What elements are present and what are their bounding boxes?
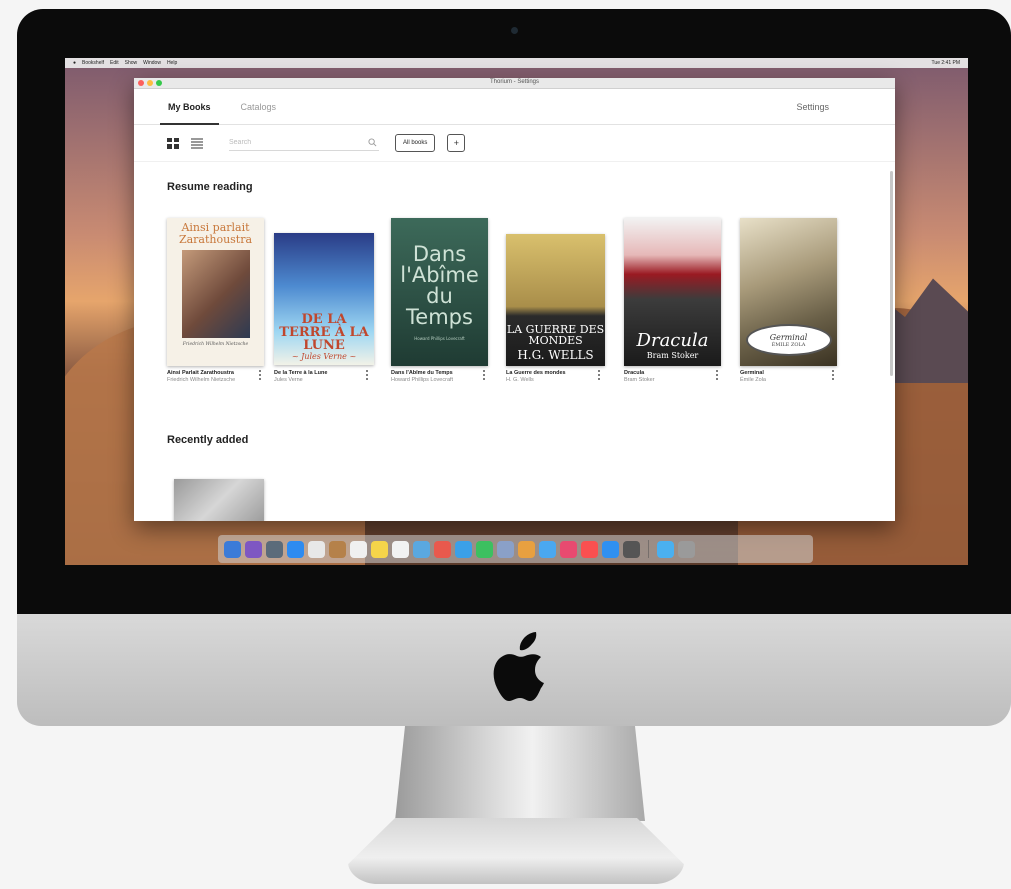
book-author: Émile Zola xyxy=(740,376,766,383)
dock-app-icon[interactable] xyxy=(455,540,472,558)
book-menu-icon[interactable] xyxy=(597,370,601,380)
search-box xyxy=(229,135,379,151)
cover-title: Ainsi parlait Zarathoustra xyxy=(178,221,253,246)
add-book-button[interactable]: + xyxy=(447,134,466,152)
dock-app-icon[interactable] xyxy=(678,540,695,558)
cover-title: LA GUERRE DES MONDES xyxy=(506,323,605,347)
menu-item-edit[interactable]: Edit xyxy=(110,60,119,66)
all-books-filter-button[interactable]: All books xyxy=(395,134,436,152)
book-menu-icon[interactable] xyxy=(831,370,835,380)
dock-app-icon[interactable] xyxy=(476,540,493,558)
imac-stand-foot xyxy=(348,818,684,884)
tab-bar: My Books Catalogs Settings xyxy=(134,89,895,125)
dock-app-icon[interactable] xyxy=(245,540,262,558)
title-bar: Thorium - Settings xyxy=(134,78,895,89)
dock-app-icon[interactable] xyxy=(623,540,640,558)
dock-app-icon[interactable] xyxy=(371,540,388,558)
vertical-scrollbar[interactable] xyxy=(890,171,893,376)
cover-title: Dans l'Abîme du Temps xyxy=(400,241,479,329)
cover-label: Germinal ÉMILE ZOLA xyxy=(745,324,832,356)
book-cover[interactable]: Dracula Bram Stoker xyxy=(624,218,721,366)
dock-app-icon[interactable] xyxy=(413,540,430,558)
apple-logo-icon xyxy=(493,632,544,701)
menu-item-help[interactable]: Help xyxy=(167,60,177,66)
book-menu-icon[interactable] xyxy=(482,370,486,380)
cover-title: Dracula xyxy=(636,330,709,351)
book-title: Dans l'Abîme du Temps xyxy=(391,370,453,376)
book-author: Bram Stoker xyxy=(624,376,655,383)
dock-app-icon[interactable] xyxy=(392,540,409,558)
cover-illustration xyxy=(181,250,250,339)
dock-app-icon[interactable] xyxy=(657,540,674,558)
list-view-icon[interactable] xyxy=(191,137,203,149)
book-menu-icon[interactable] xyxy=(715,370,719,380)
book-menu-icon[interactable] xyxy=(365,370,369,380)
tab-settings[interactable]: Settings xyxy=(796,102,829,112)
apple-menu-icon[interactable]: ● xyxy=(73,60,76,66)
tab-catalogs[interactable]: Catalogs xyxy=(233,102,285,124)
book-title: Germinal xyxy=(740,370,764,376)
dock-app-icon[interactable] xyxy=(434,540,451,558)
resume-reading-heading: Resume reading xyxy=(167,181,253,193)
recently-added-heading: Recently added xyxy=(167,434,249,446)
dock-app-icon[interactable] xyxy=(518,540,535,558)
cover-title: DE LA TERRE À LA LUNE xyxy=(279,312,369,353)
dock-app-icon[interactable] xyxy=(497,540,514,558)
book-cover[interactable]: DE LA TERRE À LA LUNE ~ Jules Verne ~ xyxy=(274,233,374,365)
book-author: Howard Phillips Lovecraft xyxy=(391,376,454,383)
cover-author: ÉMILE ZOLA xyxy=(771,341,806,348)
cover-author: Bram Stoker xyxy=(646,351,699,360)
book-author: Friedrich Wilhelm Nietzsche xyxy=(167,376,236,383)
book-cover[interactable]: Ainsi parlait Zarathoustra Friedrich Wil… xyxy=(167,218,264,366)
book-menu-icon[interactable] xyxy=(258,370,262,380)
menu-item-window[interactable]: Window xyxy=(143,60,161,66)
dock-app-icon[interactable] xyxy=(602,540,619,558)
cover-author: Howard Phillips Lovecraft xyxy=(414,335,465,341)
search-icon[interactable] xyxy=(368,138,377,147)
dock xyxy=(218,535,813,563)
cover-author: Friedrich Wilhelm Nietzsche xyxy=(182,342,249,348)
recent-book-cover[interactable] xyxy=(174,479,264,521)
dock-app-icon[interactable] xyxy=(308,540,325,558)
camera-icon xyxy=(511,27,518,34)
dock-app-icon[interactable] xyxy=(350,540,367,558)
menu-item-app[interactable]: Bookshelf xyxy=(82,60,104,66)
cover-author: H.G. WELLS xyxy=(517,348,594,362)
app-window: Thorium - Settings My Books Catalogs Set… xyxy=(134,78,895,521)
screen: ● Bookshelf Edit Show Window Help Tue 2:… xyxy=(65,58,968,565)
dock-app-icon[interactable] xyxy=(539,540,556,558)
book-title: Dracula xyxy=(624,370,645,376)
menubar-clock[interactable]: Tue 2:41 PM xyxy=(932,60,960,66)
book-author: Jules Verne xyxy=(274,376,303,383)
book-cover[interactable]: LA GUERRE DES MONDES H.G. WELLS xyxy=(506,234,605,366)
book-author: H. G. Wells xyxy=(506,376,534,383)
dock-app-icon[interactable] xyxy=(329,540,346,558)
cover-title: Germinal xyxy=(769,332,808,342)
tab-my-books[interactable]: My Books xyxy=(160,102,219,125)
book-title: La Guerre des mondes xyxy=(506,370,566,376)
dock-app-icon[interactable] xyxy=(266,540,283,558)
library-toolbar: All books + xyxy=(134,125,895,162)
book-cover[interactable]: Dans l'Abîme du Temps Howard Phillips Lo… xyxy=(391,218,488,366)
grid-view-icon[interactable] xyxy=(167,137,179,149)
dock-separator xyxy=(648,540,649,558)
dock-app-icon[interactable] xyxy=(581,540,598,558)
window-title: Thorium - Settings xyxy=(489,79,540,85)
photo-background: ● Bookshelf Edit Show Window Help Tue 2:… xyxy=(0,0,1011,889)
book-title: De la Terre à la Lune xyxy=(274,370,328,376)
menu-bar: ● Bookshelf Edit Show Window Help Tue 2:… xyxy=(65,58,968,68)
book-title: Ainsi Parlait Zarathoustra xyxy=(167,370,234,376)
menu-item-show[interactable]: Show xyxy=(125,60,138,66)
dock-app-icon[interactable] xyxy=(287,540,304,558)
cover-author: ~ Jules Verne ~ xyxy=(291,352,357,361)
library-content: Resume reading Ainsi parlait Zarathoustr… xyxy=(134,163,895,521)
dock-app-icon[interactable] xyxy=(224,540,241,558)
search-input[interactable] xyxy=(229,139,359,146)
dock-app-icon[interactable] xyxy=(560,540,577,558)
imac-stand-neck xyxy=(395,726,645,821)
book-cover[interactable]: Germinal ÉMILE ZOLA xyxy=(740,218,837,366)
